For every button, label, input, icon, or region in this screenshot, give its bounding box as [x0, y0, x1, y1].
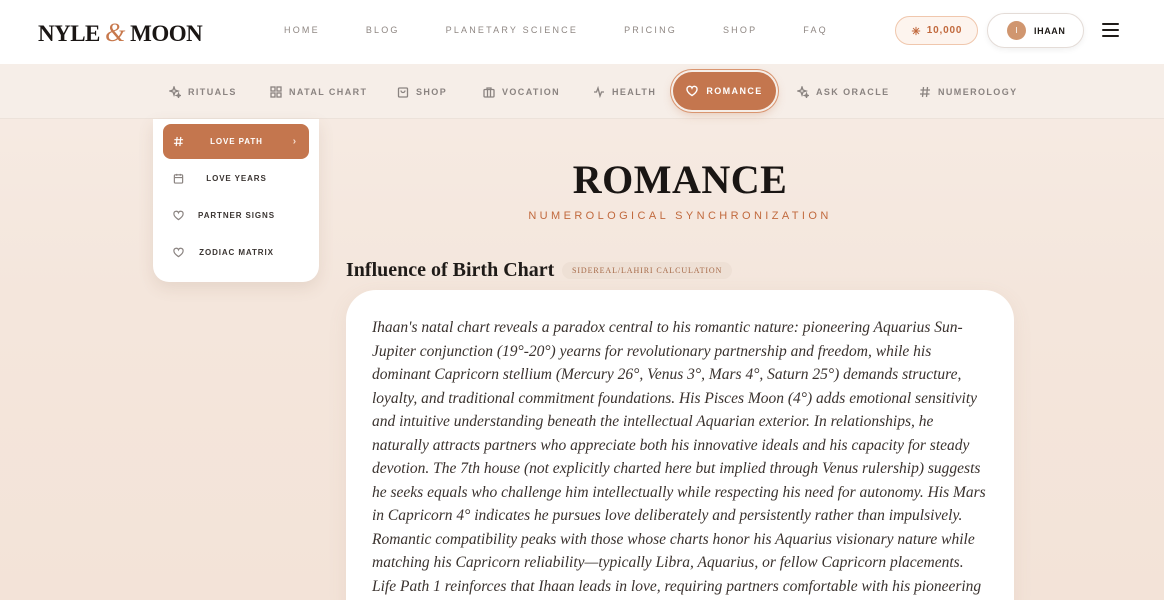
subnav-label: RITUALS	[188, 87, 237, 97]
hash-icon	[173, 136, 184, 147]
page-title: ROMANCE	[572, 157, 788, 202]
page-subtitle: NUMEROLOGICAL SYNCHRONIZATION	[528, 210, 832, 222]
brand-ampersand: &	[105, 18, 125, 47]
side-item-love-path[interactable]: LOVE PATH ›	[163, 124, 309, 159]
nav-pricing[interactable]: PRICING	[624, 25, 677, 35]
subnav-label: HEALTH	[612, 87, 657, 97]
section-heading: Influence of Birth Chart	[346, 259, 555, 281]
username: IHAAN	[1034, 25, 1066, 36]
calculation-badge: SIDEREAL/LAHIRI CALCULATION	[562, 262, 733, 279]
subnav-label: NATAL CHART	[289, 87, 368, 97]
sparkle-icon	[911, 26, 920, 35]
side-item-label: LOVE PATH	[210, 137, 263, 146]
subnav-health[interactable]: HEALTH	[593, 86, 656, 98]
nav-faq[interactable]: FAQ	[803, 25, 828, 35]
side-item-label: ZODIAC MATRIX	[199, 248, 274, 257]
briefcase-icon	[483, 87, 495, 98]
subnav-ask-oracle[interactable]: ASK ORACLE	[797, 86, 890, 98]
user-menu[interactable]: I IHAAN	[987, 13, 1084, 48]
credits-badge[interactable]: 10,000	[895, 16, 978, 45]
heart-icon	[173, 247, 184, 258]
nav-shop[interactable]: SHOP	[723, 25, 757, 35]
avatar: I	[1007, 21, 1026, 40]
hash-icon	[920, 86, 930, 98]
subnav-label: VOCATION	[502, 87, 561, 97]
subnav-label: ROMANCE	[706, 86, 763, 96]
subnav-label: SHOP	[416, 87, 448, 97]
credits-value: 10,000	[926, 25, 963, 36]
birth-chart-text: Ihaan's natal chart reveals a paradox ce…	[372, 319, 986, 595]
hamburger-menu-icon[interactable]	[1102, 23, 1119, 37]
subnav-rituals[interactable]: RITUALS	[169, 86, 237, 98]
bag-icon	[397, 87, 409, 98]
nav-home[interactable]: HOME	[284, 25, 320, 35]
chevron-right-icon: ›	[292, 136, 297, 147]
heart-icon	[686, 85, 699, 97]
subnav-natal-chart[interactable]: NATAL CHART	[270, 86, 367, 98]
subnav-label: NUMEROLOGY	[938, 87, 1018, 97]
subnav-romance[interactable]: ROMANCE	[673, 72, 776, 110]
brand-part1: NYLE	[38, 21, 100, 46]
birth-chart-card: Ihaan's natal chart reveals a paradox ce…	[346, 290, 1014, 600]
section-subnav: RITUALS NATAL CHART SHOP VOCATION HEALTH…	[0, 64, 1164, 119]
sparkle-icon	[169, 86, 181, 98]
subnav-vocation[interactable]: VOCATION	[483, 86, 560, 98]
subnav-numerology[interactable]: NUMEROLOGY	[919, 86, 1018, 98]
subnav-label: ASK ORACLE	[816, 87, 890, 97]
top-header: NYLE & MOON HOME BLOG PLANETARY SCIENCE …	[0, 0, 1164, 64]
nav-blog[interactable]: BLOG	[366, 25, 400, 35]
brand-part2: MOON	[130, 21, 203, 46]
pulse-icon	[594, 86, 604, 98]
subnav-shop[interactable]: SHOP	[397, 86, 447, 98]
main-nav: HOME BLOG PLANETARY SCIENCE PRICING SHOP…	[284, 25, 874, 35]
brand-logo[interactable]: NYLE & MOON	[38, 18, 203, 48]
grid-icon	[270, 86, 282, 98]
sparkle-icon	[797, 86, 809, 98]
nav-planetary-science[interactable]: PLANETARY SCIENCE	[446, 25, 578, 35]
side-item-zodiac-matrix[interactable]: ZODIAC MATRIX	[163, 235, 309, 270]
